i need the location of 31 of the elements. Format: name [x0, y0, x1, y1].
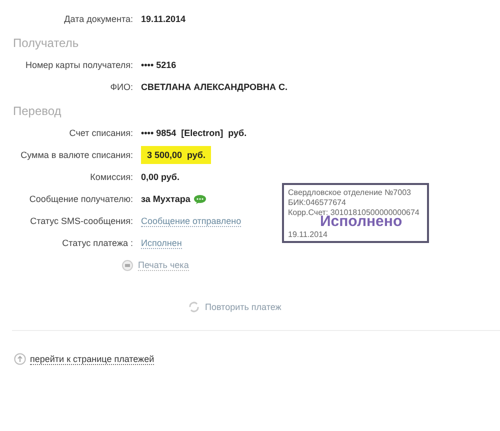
speech-bubble-icon [194, 194, 206, 204]
field-label: ФИО: [109, 82, 133, 92]
print-receipt-link[interactable]: Печать чека [122, 260, 500, 271]
stamp-date: 19.11.2014 [288, 230, 328, 240]
field-label: Статус SMS-сообщения: [29, 216, 133, 226]
section-title: Перевод [12, 103, 62, 120]
field-label: Комиссия: [89, 172, 133, 182]
back-to-payments-link[interactable]: перейти к странице платежей [14, 353, 500, 365]
refresh-icon [188, 301, 200, 313]
stamp-status: Исполнено [320, 214, 402, 229]
printer-icon [122, 260, 133, 271]
field-value: •••• 9854 [Electron] руб. [141, 128, 247, 138]
field-value: 0,00 руб. [141, 172, 180, 182]
stamp-line: БИК:046577674 [288, 198, 347, 208]
field-label: Счет списания: [68, 128, 133, 138]
stamp-line: Корр.Счет: 30101810500000000674 [288, 208, 420, 217]
repeat-payment-button[interactable]: Повторить платеж [188, 301, 282, 313]
section-title: Получатель [12, 35, 80, 52]
field-label: Дата документа: [63, 14, 133, 24]
field-value: •••• 5216 [141, 60, 176, 70]
field-label: Статус платежа : [61, 238, 133, 248]
field-value: 19.11.2014 [141, 14, 186, 24]
status-text: Исполнен [141, 238, 182, 248]
field-label: Номер карты получателя: [24, 60, 133, 70]
field-label: Сообщение получателю: [28, 194, 133, 204]
amount-highlight: 3 500,00 руб. [141, 146, 212, 164]
status-text: Сообщение отправлено [141, 216, 242, 226]
field-value: СВЕТЛАНА АЛЕКСАНДРОВНА С. [141, 82, 288, 92]
field-label: Сумма в валюте списания: [20, 150, 133, 160]
field-value: за Мухтара [141, 194, 190, 204]
stamp-line: Свердловское отделение №7003 [288, 188, 412, 198]
